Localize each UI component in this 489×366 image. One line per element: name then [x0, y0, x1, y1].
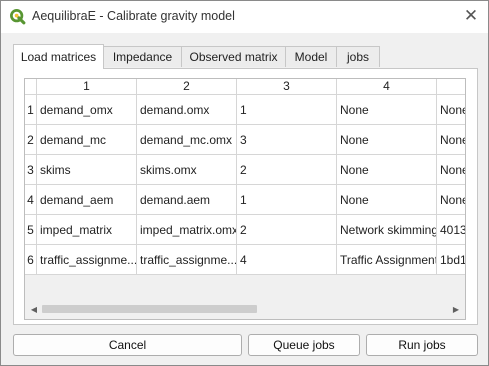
row-header[interactable]: 3 — [25, 155, 37, 185]
table-cell[interactable]: demand.aem — [137, 185, 237, 215]
table-cell[interactable]: 1 — [237, 95, 337, 125]
table-cell[interactable]: None — [437, 95, 465, 125]
run-jobs-button[interactable]: Run jobs — [366, 334, 478, 356]
column-header-4[interactable]: 4 — [337, 79, 437, 95]
table-cell[interactable]: demand_mc — [37, 125, 137, 155]
table-corner[interactable] — [25, 79, 37, 95]
scroll-right-button[interactable]: ▶ — [448, 300, 464, 318]
table-cell[interactable]: 3 — [237, 125, 337, 155]
table-cell[interactable]: skims — [37, 155, 137, 185]
table-cell[interactable]: skims.omx — [137, 155, 237, 185]
table-row[interactable]: 1 demand_omx demand.omx 1 None None — [25, 95, 465, 125]
table-cell[interactable]: None — [437, 125, 465, 155]
table-cell[interactable]: None — [337, 95, 437, 125]
table-header: 1 2 3 4 — [25, 79, 465, 95]
tab-impedance[interactable]: Impedance — [103, 46, 182, 67]
queue-jobs-button[interactable]: Queue jobs — [248, 334, 360, 356]
row-header[interactable]: 6 — [25, 245, 37, 275]
matrices-table[interactable]: 1 2 3 4 1 demand_omx demand.omx 1 None N… — [24, 78, 466, 320]
column-header-3[interactable]: 3 — [237, 79, 337, 95]
table-cell[interactable]: traffic_assignme... — [137, 245, 237, 275]
table-row[interactable]: 2 demand_mc demand_mc.omx 3 None None — [25, 125, 465, 155]
table-cell[interactable]: 40138 — [437, 215, 465, 245]
table-cell[interactable]: demand_mc.omx — [137, 125, 237, 155]
table-cell[interactable]: demand_aem — [37, 185, 137, 215]
horizontal-scrollbar[interactable]: ◀ ▶ — [25, 300, 465, 318]
calibrate-gravity-model-dialog: AequilibraE - Calibrate gravity model ✕ … — [0, 0, 489, 366]
tab-jobs[interactable]: jobs — [336, 46, 380, 67]
load-matrices-panel: 1 2 3 4 1 demand_omx demand.omx 1 None N… — [13, 68, 478, 325]
close-icon: ✕ — [463, 6, 479, 25]
row-header[interactable]: 4 — [25, 185, 37, 215]
tab-model[interactable]: Model — [285, 46, 337, 67]
tab-load-matrices[interactable]: Load matrices — [13, 44, 104, 69]
close-button[interactable]: ✕ — [460, 5, 482, 27]
column-header-5[interactable] — [437, 79, 465, 95]
table-row[interactable]: 5 imped_matrix imped_matrix.omx 2 Networ… — [25, 215, 465, 245]
table-cell[interactable]: Traffic Assignment — [337, 245, 437, 275]
table-cell[interactable]: None — [437, 155, 465, 185]
table-cell[interactable]: None — [337, 185, 437, 215]
qgis-icon — [10, 9, 26, 25]
table-cell[interactable]: Network skimming — [337, 215, 437, 245]
table-cell[interactable]: imped_matrix — [37, 215, 137, 245]
column-header-2[interactable]: 2 — [137, 79, 237, 95]
table-cell[interactable]: 4 — [237, 245, 337, 275]
table-row[interactable]: 3 skims skims.omx 2 None None — [25, 155, 465, 185]
table-cell[interactable]: demand_omx — [37, 95, 137, 125]
table-row[interactable]: 6 traffic_assignme... traffic_assignme..… — [25, 245, 465, 275]
column-header-1[interactable]: 1 — [37, 79, 137, 95]
table-cell[interactable]: 2 — [237, 215, 337, 245]
scroll-track[interactable] — [42, 305, 448, 313]
table-cell[interactable]: None — [337, 155, 437, 185]
row-header[interactable]: 1 — [25, 95, 37, 125]
table-cell[interactable]: None — [437, 185, 465, 215]
table-cell[interactable]: traffic_assignme... — [37, 245, 137, 275]
table-cell[interactable]: imped_matrix.omx — [137, 215, 237, 245]
scroll-thumb[interactable] — [42, 305, 257, 313]
triangle-left-icon: ◀ — [30, 304, 38, 314]
table-cell[interactable]: 1bd19 — [437, 245, 465, 275]
window-title: AequilibraE - Calibrate gravity model — [32, 9, 235, 23]
table-cell[interactable]: 1 — [237, 185, 337, 215]
triangle-right-icon: ▶ — [452, 304, 460, 314]
table-cell[interactable]: demand.omx — [137, 95, 237, 125]
row-header[interactable]: 2 — [25, 125, 37, 155]
table-row[interactable]: 4 demand_aem demand.aem 1 None None — [25, 185, 465, 215]
title-bar: AequilibraE - Calibrate gravity model ✕ — [1, 1, 488, 33]
row-header[interactable]: 5 — [25, 215, 37, 245]
cancel-button[interactable]: Cancel — [13, 334, 242, 356]
scroll-left-button[interactable]: ◀ — [26, 300, 42, 318]
table-grid: 1 2 3 4 1 demand_omx demand.omx 1 None N… — [25, 79, 465, 301]
table-cell[interactable]: None — [337, 125, 437, 155]
tab-observed-matrix[interactable]: Observed matrix — [181, 46, 286, 67]
table-cell[interactable]: 2 — [237, 155, 337, 185]
